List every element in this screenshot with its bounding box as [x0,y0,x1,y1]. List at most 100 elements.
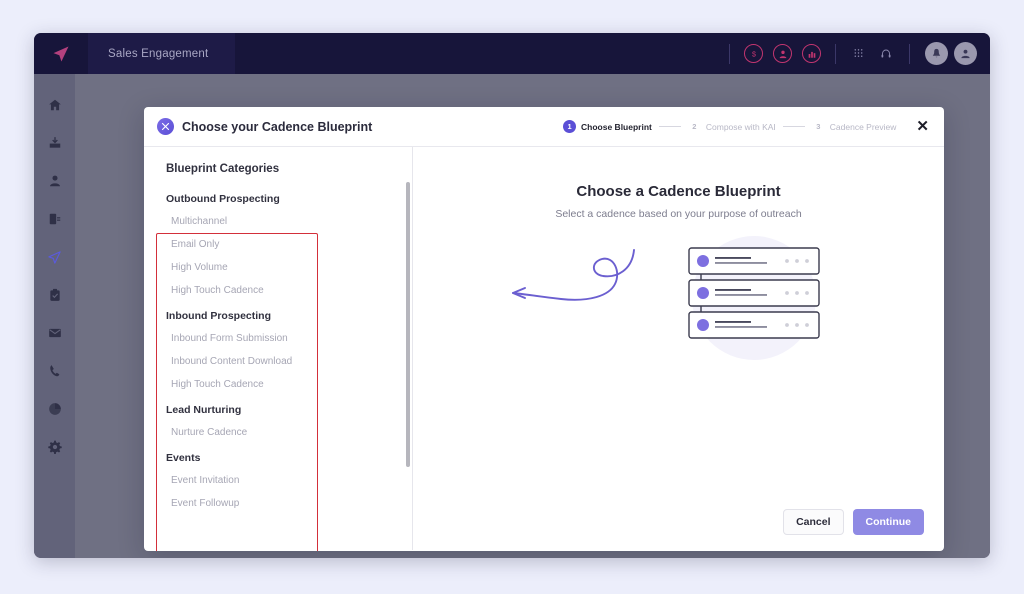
illustration-card-2 [687,279,820,307]
sidebar-scrollbar-thumb[interactable] [406,182,410,467]
blueprint-main-panel: Choose a Cadence Blueprint Select a cade… [413,147,944,550]
headset-icon[interactable] [880,48,892,60]
sidebar-item-documents[interactable] [34,200,75,238]
category-group-title: Events [166,452,201,464]
nav-divider [835,43,836,64]
step-connector [658,126,681,127]
mail-icon [48,328,61,338]
category-item-email-only[interactable]: Email Only [166,239,398,250]
sidebar-item-inbox[interactable] [34,124,75,162]
category-item-high-volume[interactable]: High Volume [166,262,398,273]
analytics-pie-icon [48,403,61,415]
category-group-events: Events Event Invitation Event Followup [166,452,398,509]
sidebar-heading: Blueprint Categories [166,163,280,175]
user-avatar[interactable] [954,42,977,65]
cadence-cards-illustration [499,236,859,366]
step-connector [782,126,805,127]
cancel-button[interactable]: Cancel [783,509,844,535]
sidebar-item-phone[interactable] [34,352,75,390]
phone-icon [49,365,59,377]
sidebar-item-home[interactable] [34,86,75,124]
left-navigation-rail [34,74,75,558]
headset-glyph [881,49,891,57]
category-item-inbound-form-submission[interactable]: Inbound Form Submission [166,333,398,344]
top-navigation-bar: Sales Engagement $ [34,33,990,74]
person-circle-icon[interactable] [773,44,792,63]
continue-button[interactable]: Continue [852,509,924,535]
category-item-multichannel[interactable]: Multichannel [166,216,398,227]
cadence-blueprint-icon [157,118,174,135]
step-number: 3 [816,122,821,131]
sidebar-item-analytics[interactable] [34,390,75,428]
sidebar-item-contacts[interactable] [34,162,75,200]
sidebar-item-mail[interactable] [34,314,75,352]
illustration-svg [511,236,820,360]
cadence-blueprint-modal: Choose your Cadence Blueprint 1 Choose B… [144,107,944,551]
app-logo[interactable] [34,33,88,74]
topnav-actions: $ [720,33,990,74]
blueprint-categories-sidebar: Blueprint Categories Outbound Prospectin… [144,147,413,551]
category-item-high-touch-cadence[interactable]: High Touch Cadence [166,285,398,296]
user-icon [961,49,970,59]
modal-title: Choose your Cadence Blueprint [182,119,373,134]
step-number: 2 [692,122,697,131]
category-group-lead-nurturing: Lead Nurturing Nurture Cadence [166,404,398,438]
modal-body: Blueprint Categories Outbound Prospectin… [144,147,944,551]
home-icon [48,99,61,111]
app-tab-sales-engagement[interactable]: Sales Engagement [88,33,235,74]
app-window: Sales Engagement $ Choose your Cadence B… [34,33,990,558]
dialpad-glyph [854,49,863,57]
empty-state-subtitle: Select a cadence based on your purpose o… [555,208,802,220]
sidebar-item-tasks[interactable] [34,276,75,314]
cadence-paper-plane-icon [48,250,61,264]
settings-gear-icon [47,440,62,454]
empty-state: Choose a Cadence Blueprint Select a cade… [413,147,944,494]
documents-icon [49,213,60,225]
nav-divider [909,43,910,64]
category-list: Outbound Prospecting Multichannel Email … [144,193,412,509]
step-choose-blueprint[interactable]: 1 Choose Blueprint [563,120,652,133]
step-label: Choose Blueprint [581,121,652,132]
app-tab-label: Sales Engagement [108,47,209,60]
nav-divider [729,43,730,64]
modal-footer: Cancel Continue [413,494,944,550]
illustration-card-1 [687,247,820,275]
illustration-card-3 [687,311,820,339]
category-item-event-followup[interactable]: Event Followup [166,498,398,509]
modal-header: Choose your Cadence Blueprint 1 Choose B… [144,107,944,147]
category-group-title: Lead Nurturing [166,404,242,416]
category-group-title: Inbound Prospecting [166,310,271,322]
category-item-event-invitation[interactable]: Event Invitation [166,475,398,486]
empty-state-title: Choose a Cadence Blueprint [576,183,781,200]
blueprint-glyph [161,122,170,131]
category-group-title: Outbound Prospecting [166,193,280,205]
curly-arrow-icon [511,249,635,301]
chart-circle-icon[interactable] [802,44,821,63]
sidebar-item-settings[interactable] [34,428,75,466]
category-item-inbound-content-download[interactable]: Inbound Content Download [166,356,398,367]
category-item-inbound-high-touch-cadence[interactable]: High Touch Cadence [166,379,398,390]
step-compose-with-kai[interactable]: 2 Compose with KAI [688,120,776,133]
wizard-stepper: 1 Choose Blueprint 2 Compose with KAI 3 … [563,120,896,133]
svg-text:$: $ [752,50,756,58]
category-group-inbound-prospecting: Inbound Prospecting Inbound Form Submiss… [166,310,398,390]
category-group-outbound-prospecting: Outbound Prospecting Multichannel Email … [166,193,398,296]
dollar-circle-icon[interactable]: $ [744,44,763,63]
step-label: Cadence Preview [829,121,897,132]
clipboard-icon [49,288,60,301]
step-number: 1 [563,120,577,133]
category-item-nurture-cadence[interactable]: Nurture Cadence [166,427,398,438]
bell-icon [932,48,941,58]
chart-glyph [808,51,815,58]
step-cadence-preview[interactable]: 3 Cadence Preview [812,120,897,133]
notifications-avatar[interactable] [925,42,948,65]
dollar-glyph: $ [752,50,756,58]
step-label: Compose with KAI [705,121,776,132]
dialpad-icon[interactable] [853,48,864,59]
paper-plane-logo-icon [53,46,69,61]
contacts-icon [49,175,60,187]
person-glyph [779,50,786,58]
sidebar-item-cadence[interactable] [34,238,75,276]
close-icon[interactable]: ✕ [916,119,929,134]
inbox-icon [49,137,60,148]
